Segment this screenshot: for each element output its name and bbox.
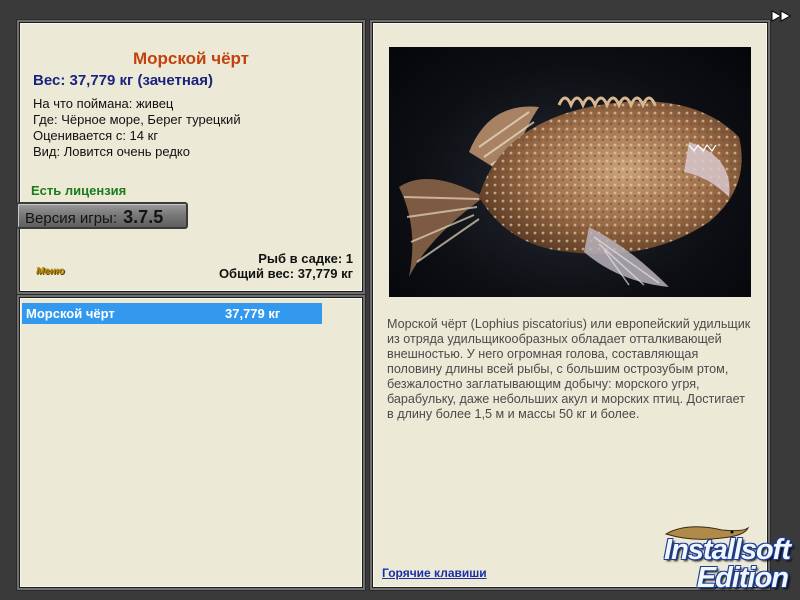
version-badge: Версия игры: 3.7.5 [16,202,188,229]
bait-info: На что поймана: живец [33,96,174,111]
catch-list-panel: Морской чёрт 37,779 кг [19,297,363,588]
fish-description-panel: Морской чёрт (Lophius piscatorius) или е… [372,22,768,588]
fish-title: Морской чёрт [132,49,250,68]
version-number: 3.7.5 [123,207,164,227]
catch-list-item[interactable]: Морской чёрт 37,779 кг [22,303,322,324]
license-status: Есть лицензия [31,183,127,198]
logo-line-2: Edition [696,562,789,594]
installsoft-logo: Installsoft Edition [640,520,798,598]
catch-item-weight: 37,779 кг [225,306,281,321]
anglerfish-photo [389,47,751,297]
hotkeys-link[interactable]: Горячие клавиши [382,566,487,580]
rarity-info: Вид: Ловится очень редко [33,144,190,159]
fish-info-panel: Морской чёрт Вес: 37,779 кг (зачетная) Н… [16,22,363,292]
fish-weight: Вес: 37,779 кг (зачетная) [33,72,214,89]
next-arrows-icon[interactable] [770,8,794,24]
keepnet-count: Рыб в садке: 1 [258,251,353,266]
catch-item-name: Морской чёрт [26,306,115,321]
location-info: Где: Чёрное море, Берег турецкий [33,112,241,127]
fish-description: Морской чёрт (Lophius piscatorius) или е… [387,317,751,421]
min-weight-info: Оценивается с: 14 кг [33,128,159,143]
total-weight: Общий вес: 37,779 кг [218,266,353,281]
version-label: Версия игры: [25,210,117,227]
menu-button[interactable]: Меню [36,266,65,277]
